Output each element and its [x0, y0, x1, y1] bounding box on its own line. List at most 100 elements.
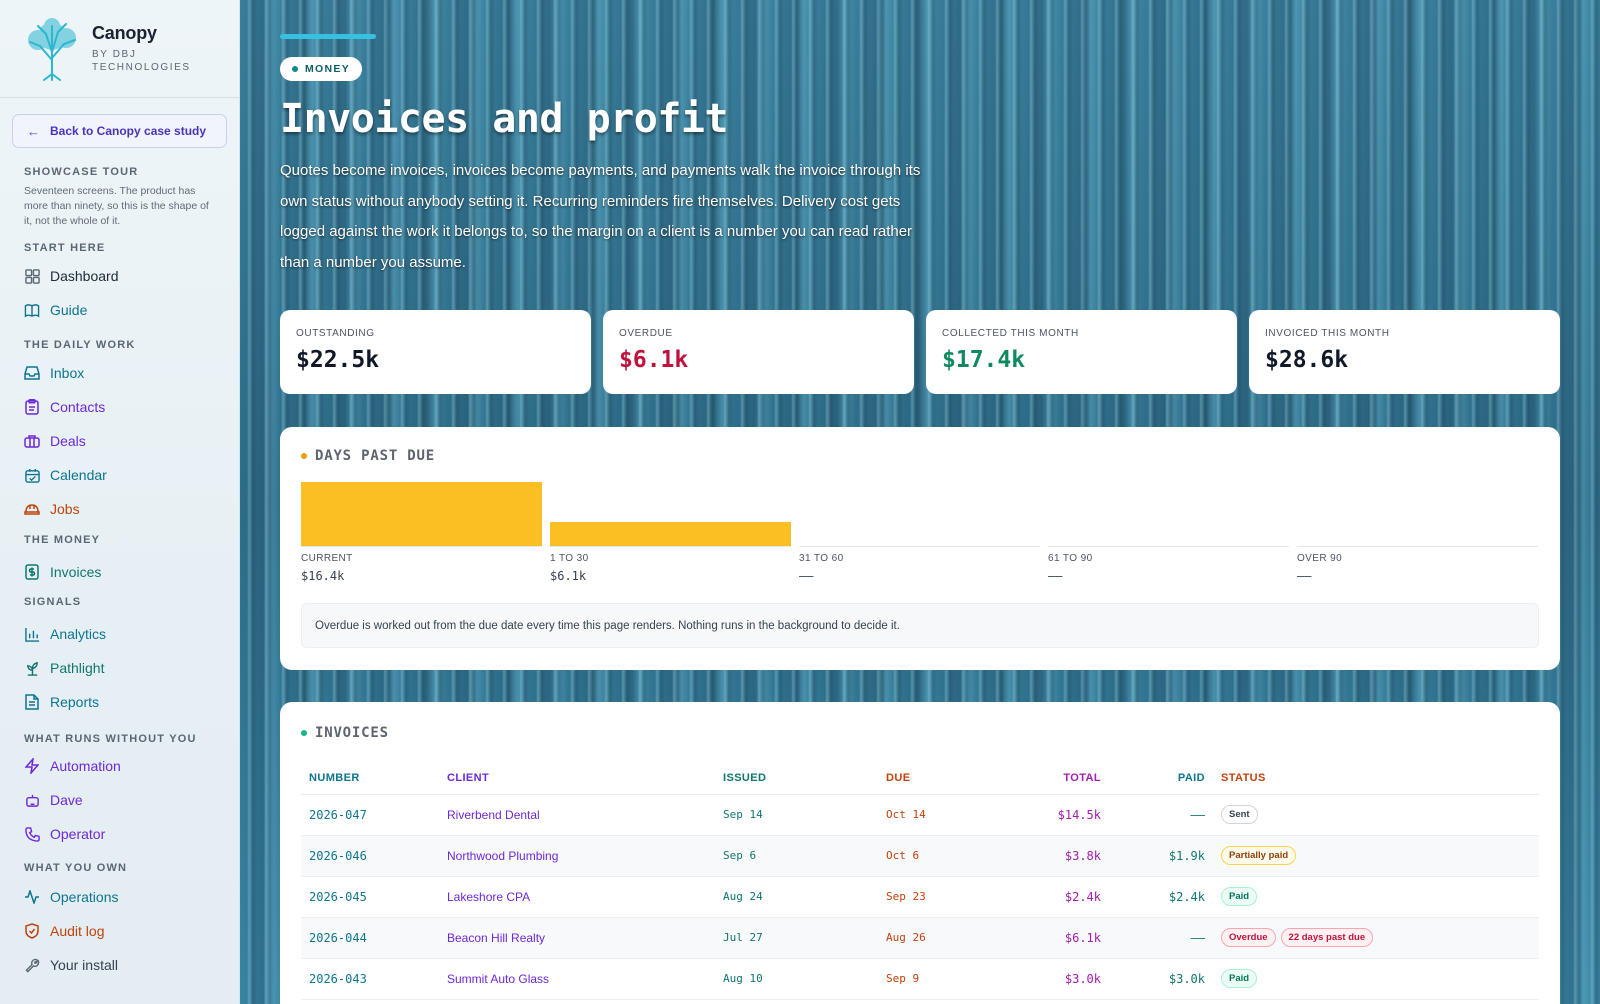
status-badge: Paid	[1221, 887, 1258, 906]
invoice-issued: Aug 24	[723, 876, 886, 918]
title-dot	[301, 453, 307, 459]
invoice-client[interactable]: Beacon Hill Realty	[447, 917, 723, 959]
invoice-number[interactable]: 2026-046	[301, 835, 447, 877]
bucket-track	[1048, 483, 1289, 547]
card-title: DAYS PAST DUE	[301, 448, 435, 464]
sidebar-item-inbox[interactable]: Inbox	[24, 360, 84, 386]
sidebar-item-deals[interactable]: Deals	[24, 428, 86, 454]
invoice-client[interactable]: Lakeshore CPA	[447, 876, 723, 918]
aging-bucket: 61 TO 90 ——	[1048, 483, 1289, 593]
invoice-total: $6.1k	[1011, 917, 1101, 959]
table-row[interactable]: 2026-044 Beacon Hill Realty Jul 27 Aug 26 $6…	[301, 917, 1539, 959]
invoice-total: $2.4k	[1011, 876, 1101, 918]
inbox-icon	[24, 365, 40, 381]
sidebar-item-pathlight[interactable]: Pathlight	[24, 655, 104, 681]
sidebar-item-label: Audit log	[50, 923, 105, 939]
status-badge: Sent	[1221, 805, 1258, 824]
stat-value: $28.6k	[1265, 347, 1349, 373]
bucket-label: 31 TO 60	[799, 553, 844, 564]
stat-label: OVERDUE	[619, 328, 673, 339]
column-header-total[interactable]: TOTAL	[1011, 762, 1101, 795]
sidebar-item-label: Reports	[50, 694, 100, 710]
brand-subtitle: BY DBJ TECHNOLOGIES	[92, 49, 191, 73]
column-header-due[interactable]: DUE	[886, 762, 1011, 795]
brand-name: Canopy	[92, 23, 157, 43]
sidebar-item-label: Calendar	[50, 467, 107, 483]
briefcase-icon	[24, 433, 40, 449]
phone-icon	[24, 826, 40, 842]
invoice-number[interactable]: 2026-044	[301, 917, 447, 959]
invoice-client[interactable]: Riverbend Dental	[447, 794, 723, 836]
column-header-status[interactable]: STATUS	[1205, 762, 1539, 795]
invoice-client[interactable]: Summit Auto Glass	[447, 958, 723, 1000]
stat-card-outstanding: OUTSTANDING $22.5k	[280, 310, 591, 394]
invoice-paid: ——	[1101, 917, 1205, 959]
pill-dot	[292, 66, 298, 72]
stat-card-invoiced: INVOICED THIS MONTH $28.6k	[1249, 310, 1560, 394]
bucket-label: 61 TO 90	[1048, 553, 1093, 564]
sidebar-item-invoices[interactable]: Invoices	[24, 559, 101, 585]
bucket-value: ——	[1048, 569, 1063, 583]
sidebar-item-analytics[interactable]: Analytics	[24, 621, 106, 647]
tour-description: Seventeen screens. The product has more …	[24, 185, 209, 227]
invoice-status: Paid	[1205, 958, 1539, 1000]
document-icon	[24, 694, 40, 710]
table-row[interactable]: 2026-045 Lakeshore CPA Aug 24 Sep 23 $2.4k $2…	[301, 876, 1539, 918]
sidebar-item-calendar[interactable]: Calendar	[24, 462, 107, 488]
table-row[interactable]: 2026-046 Northwood Plumbing Sep 6 Oct 6 $3.8…	[301, 835, 1539, 877]
invoice-due: Oct 6	[886, 835, 1011, 877]
invoice-status: Overdue 22 days past due	[1205, 917, 1539, 959]
sidebar-item-contacts[interactable]: Contacts	[24, 394, 105, 420]
bucket-value: ——	[1297, 569, 1312, 583]
section-title-signals: SIGNALS	[24, 596, 82, 608]
hard-hat-icon	[24, 501, 40, 517]
sidebar-item-dashboard[interactable]: Dashboard	[24, 263, 119, 289]
arrow-left-icon: ←	[27, 123, 40, 139]
sidebar-item-label: Invoices	[50, 564, 102, 580]
clipboard-icon	[24, 399, 40, 415]
robot-icon	[24, 792, 40, 808]
sidebar-item-operator[interactable]: Operator	[24, 821, 105, 847]
sidebar-item-label: Automation	[50, 758, 121, 774]
invoice-status: Paid	[1205, 876, 1539, 918]
invoice-paid: $3.0k	[1101, 958, 1205, 1000]
invoice-number[interactable]: 2026-047	[301, 794, 447, 836]
brand[interactable]: Canopy BY DBJ TECHNOLOGIES	[0, 0, 239, 98]
invoice-issued: Aug 10	[723, 958, 886, 1000]
invoice-client[interactable]: Northwood Plumbing	[447, 835, 723, 877]
table-row[interactable]: 2026-047 Riverbend Dental Sep 14 Oct 14 $14.…	[301, 794, 1539, 836]
wrench-icon	[24, 957, 40, 973]
sidebar-item-guide[interactable]: Guide	[24, 297, 87, 323]
sidebar-item-label: Operator	[50, 826, 106, 842]
stat-label: COLLECTED THIS MONTH	[942, 328, 1079, 339]
sidebar-item-your-install[interactable]: Your install	[24, 952, 118, 978]
bucket-value: ——	[799, 569, 814, 583]
table-row[interactable]: 2026-043 Summit Auto Glass Aug 10 Sep 9 $3.0…	[301, 958, 1539, 1000]
stat-card-overdue: OVERDUE $6.1k	[603, 310, 914, 394]
sidebar-item-automation[interactable]: Automation	[24, 753, 121, 779]
column-header-issued[interactable]: ISSUED	[723, 762, 886, 795]
sidebar-item-label: Dashboard	[50, 268, 119, 284]
sidebar: Canopy BY DBJ TECHNOLOGIES ← Back to Can…	[0, 0, 240, 1004]
column-header-client[interactable]: CLIENT	[447, 762, 723, 795]
invoice-number[interactable]: 2026-043	[301, 958, 447, 1000]
sidebar-item-label: Jobs	[50, 501, 80, 517]
sidebar-item-dave[interactable]: Dave	[24, 787, 83, 813]
aging-bucket: 1 TO 30 $6.1k	[550, 483, 791, 593]
back-button-label: Back to Canopy case study	[50, 124, 207, 138]
sidebar-item-audit-log[interactable]: Audit log	[24, 918, 104, 944]
invoice-number[interactable]: 2026-045	[301, 876, 447, 918]
stat-label: INVOICED THIS MONTH	[1265, 328, 1390, 339]
invoice-due: Aug 26	[886, 917, 1011, 959]
sidebar-item-reports[interactable]: Reports	[24, 689, 99, 715]
sidebar-item-operations[interactable]: Operations	[24, 884, 118, 910]
sidebar-item-jobs[interactable]: Jobs	[24, 496, 80, 522]
book-icon	[24, 302, 40, 318]
bucket-track	[799, 483, 1040, 547]
invoice-status: Sent	[1205, 794, 1539, 836]
sidebar-item-label: Guide	[50, 302, 88, 318]
invoice-issued: Sep 6	[723, 835, 886, 877]
column-header-number[interactable]: NUMBER	[301, 762, 447, 795]
column-header-paid[interactable]: PAID	[1101, 762, 1205, 795]
back-to-case-study-button[interactable]: ← Back to Canopy case study	[12, 114, 227, 148]
